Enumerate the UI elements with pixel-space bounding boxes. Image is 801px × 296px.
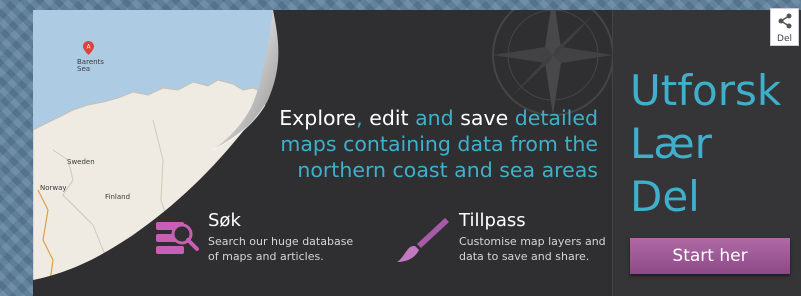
sidebar-title-explore: Utforsk bbox=[630, 66, 782, 115]
headline-save: save bbox=[460, 106, 509, 130]
share-icon bbox=[778, 13, 791, 29]
feature-customise-desc-2: data to save and share. bbox=[459, 250, 590, 263]
search-database-icon bbox=[156, 222, 199, 254]
headline-detailed: detailed bbox=[514, 106, 598, 130]
feature-customise-title: Tillpass bbox=[459, 210, 526, 231]
headline-explore: Explore bbox=[279, 106, 357, 130]
share-label: Del bbox=[777, 34, 792, 44]
banner-frame: A Barents Sea Sweden Norway Finland Expl… bbox=[33, 10, 801, 296]
sidebar-title-learn: Lær bbox=[630, 119, 712, 168]
feature-search-desc-2: of maps and articles. bbox=[208, 250, 324, 263]
headline-line-3: northern coast and sea areas bbox=[297, 158, 598, 182]
sidebar-title: Utforsk Lær Del bbox=[630, 64, 781, 223]
paintbrush-icon bbox=[397, 218, 449, 262]
share-button[interactable]: Del bbox=[770, 8, 799, 46]
headline-and: and bbox=[415, 106, 454, 130]
start-here-button[interactable]: Start her bbox=[630, 238, 790, 274]
feature-customise-desc-1: Customise map layers and bbox=[459, 235, 606, 248]
headline-edit: edit bbox=[369, 106, 409, 130]
sidebar-title-share: Del bbox=[630, 172, 700, 221]
headline: Explore, edit and save detailed maps con… bbox=[258, 105, 598, 183]
feature-search-title: Søk bbox=[208, 210, 241, 231]
headline-comma: , bbox=[356, 106, 363, 130]
sidebar-panel: Utforsk Lær Del Start her bbox=[612, 10, 801, 296]
headline-line-1: Explore, edit and save detailed bbox=[258, 105, 598, 131]
feature-search-desc-1: Search our huge database bbox=[208, 235, 354, 248]
headline-line-2: maps containing data from the bbox=[280, 132, 598, 156]
